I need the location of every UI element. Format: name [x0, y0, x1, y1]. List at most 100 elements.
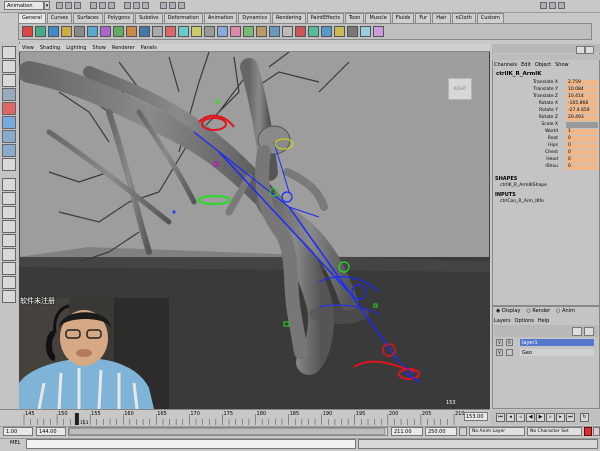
shelf-icon-20[interactable]: [269, 26, 280, 37]
open-scene-icon[interactable]: [65, 2, 72, 9]
attribute-row[interactable]: Rotate Z 20.493: [494, 115, 598, 121]
range-slider-handle[interactable]: [69, 428, 385, 435]
attribute-row[interactable]: Translate X 2.759: [494, 80, 598, 86]
command-input[interactable]: [26, 439, 356, 449]
last-tool-icon[interactable]: [2, 158, 16, 171]
node-name[interactable]: ctrlIK_R_ArmIK: [496, 71, 542, 77]
range-options-icon[interactable]: [459, 427, 467, 436]
start-time-field[interactable]: 1.00: [3, 427, 33, 436]
channel-menu-show[interactable]: Show: [555, 62, 569, 68]
shelf-tab-polygons[interactable]: Polygons: [103, 13, 134, 23]
ipr-render-icon[interactable]: [169, 2, 176, 9]
anim-layer-select[interactable]: No Anim Layer: [469, 427, 525, 436]
shelf-icon-12[interactable]: [165, 26, 176, 37]
shelf-icon-4[interactable]: [61, 26, 72, 37]
tool-settings-toggle-icon[interactable]: [558, 2, 565, 9]
anim-prefs-icon[interactable]: [593, 427, 600, 436]
command-language-label[interactable]: MEL: [10, 440, 20, 446]
shelf-icon-23[interactable]: [308, 26, 319, 37]
shelf-icon-21[interactable]: [282, 26, 293, 37]
attribute-value[interactable]: 0: [566, 157, 598, 163]
shelf-icon-22[interactable]: [295, 26, 306, 37]
step-back-key-button[interactable]: ◃: [516, 413, 525, 422]
shelf-tab-subdivs[interactable]: Subdivs: [135, 13, 163, 23]
move-tool-icon[interactable]: [2, 88, 16, 101]
attribute-value[interactable]: -27.4.659: [566, 108, 598, 114]
shelf-tab-ncloth[interactable]: nCloth: [451, 13, 476, 23]
layer-visibility-toggle[interactable]: V: [496, 349, 503, 356]
time-ruler[interactable]: 145 150 155 160 165 170 175 180 185 190 195 200 205 2…: [19, 410, 464, 425]
go-to-start-button[interactable]: ⏮: [496, 413, 505, 422]
shelf-icon-24[interactable]: [321, 26, 332, 37]
attribute-row[interactable]: Chest 0: [494, 150, 598, 156]
shelf-icon-19[interactable]: [256, 26, 267, 37]
shelf-icon-26[interactable]: [347, 26, 358, 37]
playback-end-field[interactable]: 211.00: [391, 427, 423, 436]
attribute-row[interactable]: World 1: [494, 129, 598, 135]
attribute-row[interactable]: Rotate Y -27.4.659: [494, 108, 598, 114]
shelf-tab-animation[interactable]: Animation: [203, 13, 238, 23]
attribute-value[interactable]: 1: [566, 129, 598, 135]
panel-menu-panels[interactable]: Panels: [141, 44, 157, 51]
panel-menu-view[interactable]: View: [22, 44, 34, 51]
layer-display-toggle[interactable]: [506, 349, 513, 356]
select-component-icon[interactable]: [108, 2, 115, 9]
attribute-value[interactable]: 2.759: [566, 80, 598, 86]
shelf-icon-13[interactable]: [178, 26, 189, 37]
mode-select[interactable]: Animation: [4, 1, 44, 10]
shelf-tab-curves[interactable]: Curves: [46, 13, 73, 23]
layer-menu-options[interactable]: Options: [515, 318, 534, 324]
shelf-tab-fluids[interactable]: Fluids: [391, 13, 415, 23]
snap-point-icon[interactable]: [142, 2, 149, 9]
shelf-icon-11[interactable]: [152, 26, 163, 37]
shelf-tab-fur[interactable]: Fur: [415, 13, 432, 23]
render-settings-icon[interactable]: [178, 2, 185, 9]
playback-start-field[interactable]: 144.00: [36, 427, 66, 436]
shelf-tab-dynamics[interactable]: Dynamics: [238, 13, 272, 23]
panel-menu-shading[interactable]: Shading: [40, 44, 60, 51]
shelf-tab-general[interactable]: General: [18, 13, 46, 23]
shelf-icon-15[interactable]: [204, 26, 215, 37]
save-scene-icon[interactable]: [74, 2, 81, 9]
soft-mod-tool-icon[interactable]: [2, 144, 16, 157]
attribute-value[interactable]: 10.414: [566, 94, 598, 100]
select-tool-icon[interactable]: [2, 46, 16, 59]
shapes-node[interactable]: ctrlIK_R_ArmIKShape: [500, 183, 547, 188]
render-view-layout-icon[interactable]: [2, 290, 16, 303]
shelf-icon-8[interactable]: [113, 26, 124, 37]
inputs-node[interactable]: ctrlCon_R_Arm_IKfo: [500, 199, 544, 204]
attribute-row[interactable]: Translate Y 10.084: [494, 87, 598, 93]
attribute-value[interactable]: 0: [566, 164, 598, 170]
render-icon[interactable]: [160, 2, 167, 9]
attribute-value[interactable]: 0: [566, 136, 598, 142]
panel-menu-show[interactable]: Show: [92, 44, 106, 51]
play-backwards-button[interactable]: ◀: [526, 413, 535, 422]
manipulator-tool-icon[interactable]: [2, 130, 16, 143]
step-forward-key-button[interactable]: ▹: [546, 413, 555, 422]
channel-box-toggle-icon[interactable]: [540, 2, 547, 9]
layer-mode-render[interactable]: ○ Render: [526, 308, 550, 314]
channel-menu-channels[interactable]: Channels: [494, 62, 517, 68]
layer-row[interactable]: V Rlayer1: [494, 339, 598, 347]
step-forward-button[interactable]: ▸: [556, 413, 565, 422]
new-layer-selected-icon[interactable]: [584, 327, 594, 336]
attribute-value[interactable]: -105.868: [566, 101, 598, 107]
shelf-tab-surfaces[interactable]: Surfaces: [73, 13, 103, 23]
new-scene-icon[interactable]: [56, 2, 63, 9]
shelf-tab-custom[interactable]: Custom: [476, 13, 504, 23]
layer-display-toggle[interactable]: R: [506, 339, 513, 346]
attribute-row[interactable]: Scale X: [494, 122, 598, 128]
outliner-layout-icon[interactable]: [2, 248, 16, 261]
shelf-icon-3[interactable]: [48, 26, 59, 37]
panel-menu-renderer[interactable]: Renderer: [112, 44, 135, 51]
shelf-icon-27[interactable]: [360, 26, 371, 37]
shelf-icon-2[interactable]: [35, 26, 46, 37]
attribute-value[interactable]: 10.084: [566, 87, 598, 93]
shelf-icon-7[interactable]: [100, 26, 111, 37]
shelf-icon-28[interactable]: [373, 26, 384, 37]
character-set-select[interactable]: No Character Set: [527, 427, 582, 436]
attribute-row[interactable]: lShou 0: [494, 164, 598, 170]
paint-select-tool-icon[interactable]: [2, 74, 16, 87]
attribute-value[interactable]: 0: [566, 143, 598, 149]
panel-menu-lighting[interactable]: Lighting: [66, 44, 86, 51]
